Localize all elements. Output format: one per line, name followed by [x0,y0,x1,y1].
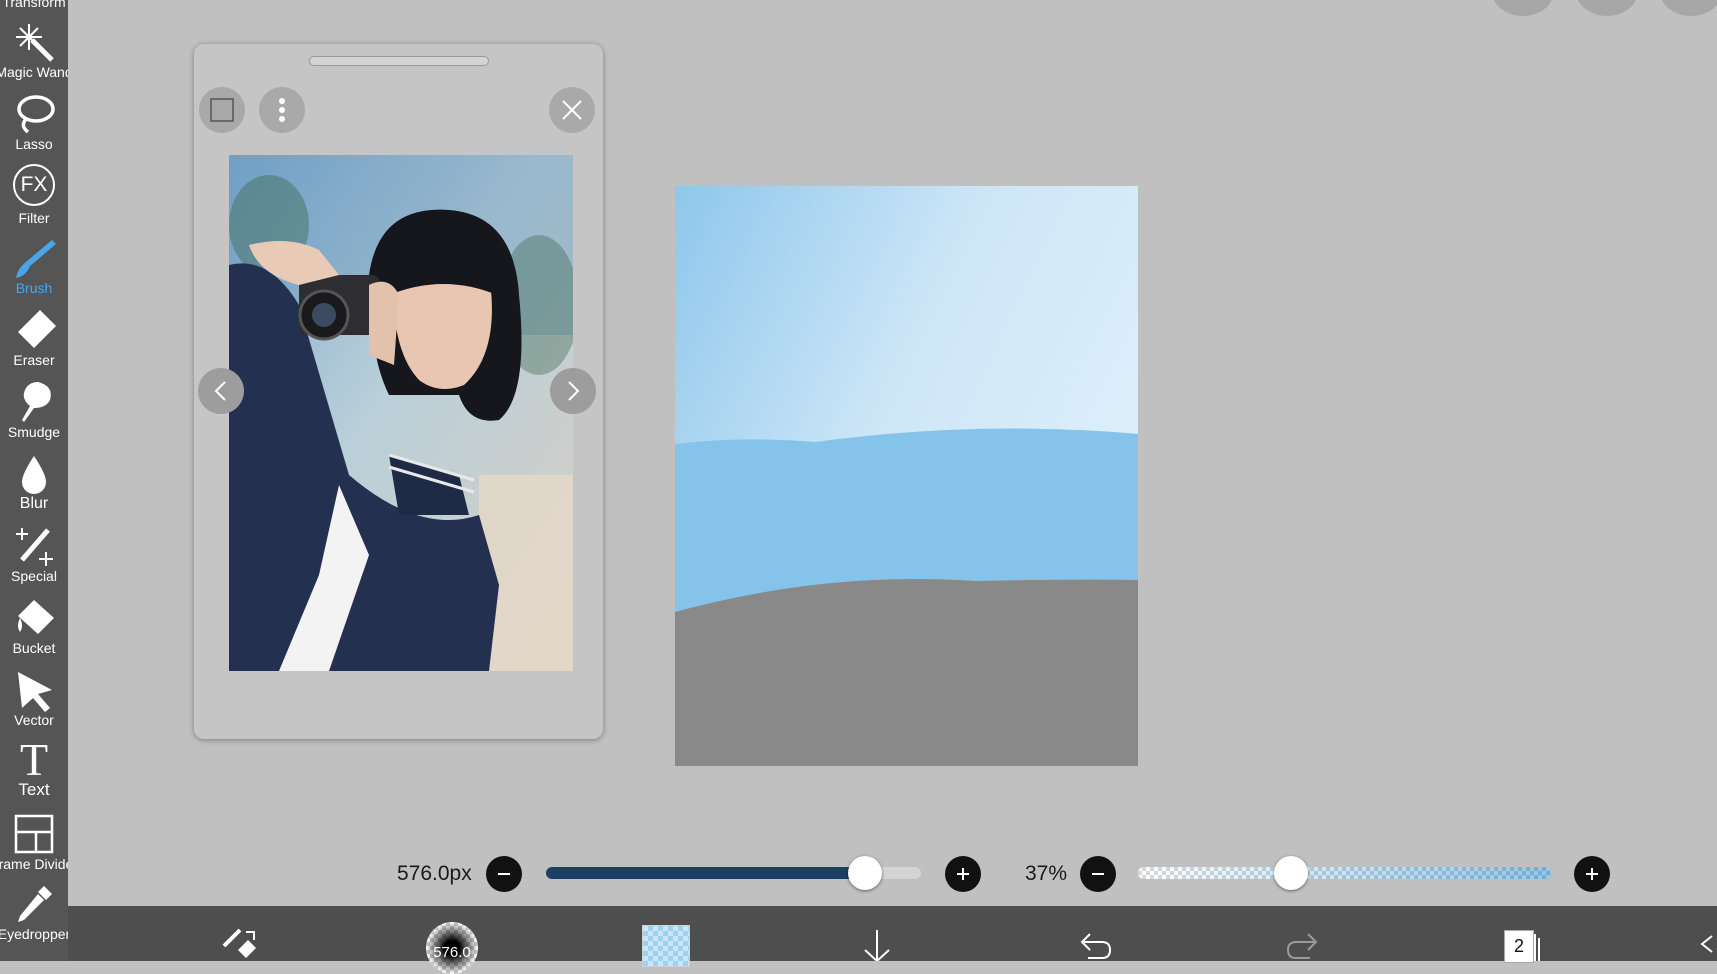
tool-sidebar: Transform Magic Wand Lasso FX Filter [0,0,68,961]
tool-filter-label: Filter [18,210,50,226]
redo-icon [1286,933,1318,959]
tool-filter[interactable]: FX Filter [0,164,68,226]
bucket-icon [18,600,54,634]
tool-special[interactable]: Special [0,524,68,584]
frame-button[interactable] [199,87,245,133]
tool-lasso[interactable]: Lasso [0,92,68,152]
blur-drop-icon [22,456,46,494]
brush-size-knob[interactable] [847,856,882,890]
layer-count-badge: 2 [1504,930,1534,963]
tool-brush-label: Brush [15,280,53,296]
undo-button[interactable] [1070,906,1114,961]
more-options-button[interactable] [259,87,305,133]
tool-blur-label: Blur [19,495,49,512]
close-reference-button[interactable] [549,87,595,133]
tool-bucket-label: Bucket [12,640,56,656]
opacity-slider[interactable] [1138,867,1551,879]
opacity-knob[interactable] [1273,856,1308,890]
brush-swap-icon [222,928,256,958]
tool-special-label: Special [11,568,57,584]
plus-icon [1586,868,1598,880]
undo-icon [1080,933,1112,959]
lasso-icon [17,95,55,134]
tool-eraser[interactable]: Eraser [0,308,68,368]
tool-vector-label: Vector [14,712,54,728]
top-action-button-1[interactable] [1492,0,1554,16]
tool-brush[interactable]: Brush [0,236,68,296]
canvas-artwork [675,186,1138,766]
tool-frame-divider-label: Frame Divider [0,856,68,872]
tool-eyedropper[interactable]: Eyedropper [0,882,68,942]
tool-magic-wand[interactable]: Magic Wand [0,20,68,80]
top-action-button-3[interactable] [1660,0,1717,16]
eyedropper-icon [18,886,52,922]
opacity-value: 37% [1025,862,1068,885]
tool-eraser-label: Eraser [13,352,55,368]
opacity-decrease-button[interactable] [1080,856,1116,892]
brush-size-badge: 576.0 [433,944,471,961]
special-wand-icon [16,528,53,566]
tool-magic-wand-label: Magic Wand [0,64,68,80]
arrow-down-icon [864,930,890,963]
close-icon [562,100,582,120]
brush-size-fill [546,867,865,879]
plus-icon [957,868,969,880]
bottom-toolbar: 576.0 2 [68,906,1717,974]
brush-size-preview[interactable]: 576.0 [422,906,482,974]
layers-stack-line-2 [1538,938,1540,961]
opacity-increase-button[interactable] [1574,856,1610,892]
brush-size-value: 576.0px [397,862,472,885]
redo-button[interactable] [1284,906,1328,961]
text-glyph: T [19,734,49,785]
tool-eyedropper-label: Eyedropper [0,926,68,942]
brush-size-decrease-button[interactable] [486,856,522,892]
tool-transform-label: Transform [2,0,66,10]
menu-back-button[interactable] [1688,906,1717,961]
layers-button[interactable]: 2 [1496,906,1540,963]
tool-text[interactable]: T Text [0,737,68,799]
eraser-icon [18,310,56,348]
layers-stack-line-1 [1534,934,1536,961]
tool-smudge-label: Smudge [7,424,61,440]
tool-lasso-label: Lasso [15,136,53,152]
tool-blur[interactable]: Blur [0,452,68,512]
drawing-canvas[interactable] [675,186,1138,766]
brush-size-increase-button[interactable] [945,856,981,892]
tool-text-label: Text [18,780,50,799]
chevron-left-icon [214,381,226,401]
chevron-right-icon [568,381,580,401]
drag-handle[interactable] [309,56,489,66]
reference-photo-image [229,155,573,671]
reference-window[interactable] [194,44,603,739]
brush-icon [16,240,56,278]
fx-icon: FX [13,164,55,206]
fx-glyph: FX [20,173,48,196]
reference-photo [229,155,573,671]
frame-divider-icon [14,814,54,854]
tool-smudge[interactable]: Smudge [0,380,68,440]
smudge-icon [22,382,51,422]
download-button[interactable] [857,906,897,963]
minus-icon [498,873,510,875]
chevron-left-icon [1700,935,1713,953]
tool-bucket[interactable]: Bucket [0,596,68,656]
more-vertical-icon [279,98,285,122]
previous-reference-button[interactable] [198,368,244,414]
top-action-button-2[interactable] [1576,0,1638,16]
tool-vector[interactable]: Vector [0,668,68,728]
frame-icon [210,98,234,122]
brush-settings-button[interactable] [216,906,266,961]
color-picker-button[interactable] [640,906,690,967]
tool-transform[interactable]: Transform [0,0,68,10]
tool-frame-divider[interactable]: Frame Divider [0,812,68,872]
text-icon: T [12,737,56,783]
minus-icon [1092,873,1104,875]
magic-wand-icon [16,24,54,62]
next-reference-button[interactable] [550,368,596,414]
vector-arrow-icon [18,672,52,712]
